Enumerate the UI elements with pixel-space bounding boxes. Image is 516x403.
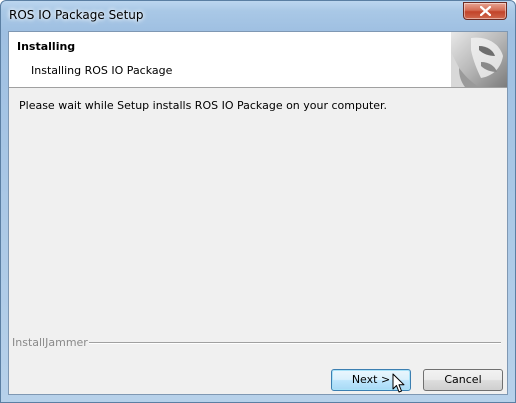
page-title: Installing [17, 40, 76, 53]
window-title: ROS IO Package Setup [9, 8, 144, 22]
client-area: Installing Installing ROS IO Package Ple… [8, 31, 508, 395]
title-bar[interactable]: ROS IO Package Setup [1, 1, 515, 31]
installer-graphic-icon [451, 32, 507, 87]
page-subtitle: Installing ROS IO Package [31, 64, 173, 77]
footer-divider [89, 342, 501, 344]
cancel-button[interactable]: Cancel [423, 369, 503, 391]
close-button[interactable] [463, 2, 507, 20]
page-header: Installing Installing ROS IO Package [9, 32, 507, 88]
status-message: Please wait while Setup installs ROS IO … [19, 99, 388, 112]
close-icon [480, 6, 491, 16]
installer-brand-label: InstallJammer [12, 336, 88, 349]
mouse-pointer-icon [392, 373, 406, 394]
installer-window: ROS IO Package Setup Installing Installi… [0, 0, 516, 403]
